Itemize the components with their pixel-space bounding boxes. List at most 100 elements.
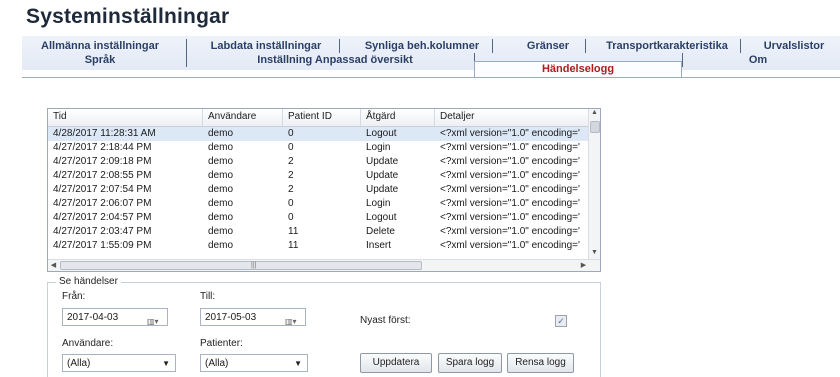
tab-selection-lists[interactable]: Urvalslistor — [752, 39, 836, 53]
tab-divider — [682, 53, 683, 67]
cell-patient-id: 0 — [288, 212, 294, 223]
tab-divider — [740, 39, 741, 53]
tab-divider — [492, 39, 493, 53]
cell-action: Insert — [366, 240, 392, 251]
column-divider — [434, 109, 435, 126]
scroll-down-arrow-icon[interactable]: ▼ — [589, 249, 600, 256]
cell-user: demo — [208, 142, 234, 153]
scroll-left-arrow-icon[interactable]: ◀ — [48, 261, 59, 269]
cell-patient-id: 11 — [288, 240, 299, 251]
scroll-right-arrow-icon[interactable]: ▶ — [578, 261, 589, 269]
cell-time: 4/27/2017 2:09:18 PM — [53, 156, 152, 167]
calendar-icon[interactable]: ▥▾ — [147, 313, 159, 331]
tab-visible-columns[interactable]: Synliga beh.kolumner — [352, 39, 492, 53]
cell-time: 4/28/2017 11:28:31 AM — [53, 128, 156, 139]
cell-action: Login — [366, 142, 391, 153]
vertical-scroll-thumb[interactable] — [590, 121, 600, 133]
table-row[interactable]: 4/27/2017 2:03:47 PM demo 11 Delete <?xml ve… — [48, 225, 588, 239]
cell-user: demo — [208, 184, 234, 195]
tab-about[interactable]: Om — [698, 53, 818, 67]
horizontal-scrollbar[interactable]: ◀ ||| ▶ — [48, 259, 600, 271]
cell-details: <?xml version="1.0" encoding=' — [440, 212, 580, 223]
column-header-action[interactable]: Åtgärd — [366, 111, 395, 122]
cell-action: Login — [366, 198, 391, 209]
cell-time: 4/27/2017 1:55:09 PM — [53, 240, 152, 251]
tab-divider — [585, 39, 586, 53]
save-log-button[interactable]: Spara logg — [438, 353, 502, 373]
cell-action: Delete — [366, 226, 395, 237]
cell-details: <?xml version="1.0" encoding=' — [440, 198, 580, 209]
table-row[interactable]: 4/27/2017 1:55:09 PM demo 11 Insert <?xml ve… — [48, 239, 588, 253]
table-row[interactable]: 4/27/2017 2:18:44 PM demo 0 Login <?xml vers… — [48, 141, 588, 155]
horizontal-scroll-thumb[interactable]: ||| — [60, 261, 422, 270]
cell-details: <?xml version="1.0" encoding=' — [440, 240, 580, 251]
table-row[interactable]: 4/27/2017 2:06:07 PM demo 0 Login <?xml vers… — [48, 197, 588, 211]
event-log-grid[interactable]: Tid Användare Patient ID Åtgärd Detaljer… — [47, 108, 601, 272]
refresh-button[interactable]: Uppdatera — [360, 353, 432, 373]
cell-patient-id: 0 — [288, 142, 294, 153]
cell-details: <?xml version="1.0" encoding=' — [440, 142, 580, 153]
cell-time: 4/27/2017 2:07:54 PM — [53, 184, 152, 195]
tab-general-settings[interactable]: Allmänna inställningar — [24, 39, 176, 53]
cell-action: Update — [366, 170, 399, 181]
cell-user: demo — [208, 240, 234, 251]
grid-rows: 4/28/2017 11:28:31 AM demo 0 Logout <?xml ve… — [48, 127, 588, 255]
cell-patient-id: 0 — [288, 198, 294, 209]
cell-details: <?xml version="1.0" encoding=' — [440, 170, 580, 181]
system-settings-window: Systeminställningar Allmänna inställning… — [0, 0, 840, 377]
cell-time: 4/27/2017 2:08:55 PM — [53, 170, 152, 181]
to-date-picker[interactable]: 2017-05-03 ▥▾ — [200, 308, 306, 326]
table-row[interactable]: 4/28/2017 11:28:31 AM demo 0 Logout <?xml ve… — [48, 127, 588, 141]
scroll-up-arrow-icon[interactable]: ▲ — [589, 109, 600, 116]
cell-patient-id: 2 — [288, 184, 294, 195]
tab-event-log[interactable]: Händelselogg — [474, 61, 682, 77]
calendar-icon[interactable]: ▥▾ — [285, 313, 297, 331]
tab-limits[interactable]: Gränser — [508, 39, 588, 53]
tab-labdata-settings[interactable]: Labdata inställningar — [196, 39, 336, 53]
tab-divider — [186, 39, 187, 53]
cell-action: Update — [366, 184, 399, 195]
cell-patient-id: 2 — [288, 156, 294, 167]
tab-language[interactable]: Språk — [24, 53, 176, 67]
group-legend: Se händelser — [56, 276, 121, 287]
cell-details: <?xml version="1.0" encoding=' — [440, 156, 580, 167]
to-label: Till: — [200, 291, 216, 302]
tab-transport-characteristics[interactable]: Transportkarakteristika — [600, 39, 734, 53]
tab-custom-overview[interactable]: Inställning Anpassad översikt — [192, 53, 478, 67]
column-header-details[interactable]: Detaljer — [440, 111, 474, 122]
table-row[interactable]: 4/27/2017 2:08:55 PM demo 2 Update <?xml ver… — [48, 169, 588, 183]
column-header-user[interactable]: Användare — [208, 111, 256, 122]
cell-action: Logout — [366, 128, 397, 139]
newest-first-label: Nyast först: — [360, 315, 411, 326]
user-label: Användare: — [62, 338, 114, 349]
cell-time: 4/27/2017 2:18:44 PM — [53, 142, 152, 153]
cell-patient-id: 11 — [288, 226, 299, 237]
chevron-down-icon: ▼ — [294, 359, 302, 368]
column-header-patient-id[interactable]: Patient ID — [288, 111, 332, 122]
from-date-picker[interactable]: 2017-04-03 ▥▾ — [62, 308, 168, 326]
cell-user: demo — [208, 198, 234, 209]
page-title: Systeminställningar — [26, 5, 230, 28]
column-divider — [360, 109, 361, 126]
cell-patient-id: 0 — [288, 128, 294, 139]
cell-time: 4/27/2017 2:06:07 PM — [53, 198, 152, 209]
check-icon: ✓ — [557, 316, 565, 326]
cell-action: Update — [366, 156, 399, 167]
cell-action: Logout — [366, 212, 397, 223]
clear-log-button[interactable]: Rensa logg — [507, 353, 574, 373]
table-row[interactable]: 4/27/2017 2:09:18 PM demo 2 Update <?xml ver… — [48, 155, 588, 169]
column-divider — [202, 109, 203, 126]
cell-details: <?xml version="1.0" encoding=' — [440, 226, 580, 237]
grip-icon: ||| — [251, 262, 257, 269]
user-select[interactable]: (Alla) ▼ — [62, 354, 176, 372]
from-date-value: 2017-04-03 — [67, 312, 119, 323]
tab-content-border — [22, 77, 840, 78]
table-row[interactable]: 4/27/2017 2:07:54 PM demo 2 Update <?xml ver… — [48, 183, 588, 197]
table-row[interactable]: 4/27/2017 2:04:57 PM demo 0 Logout <?xml ver… — [48, 211, 588, 225]
newest-first-checkbox[interactable]: ✓ — [555, 315, 567, 327]
vertical-scrollbar[interactable]: ▲ ▼ — [588, 109, 600, 259]
user-select-value: (Alla) — [67, 358, 91, 369]
cell-time: 4/27/2017 2:03:47 PM — [53, 226, 152, 237]
patients-select[interactable]: (Alla) ▼ — [200, 354, 308, 372]
column-header-time[interactable]: Tid — [53, 111, 67, 122]
